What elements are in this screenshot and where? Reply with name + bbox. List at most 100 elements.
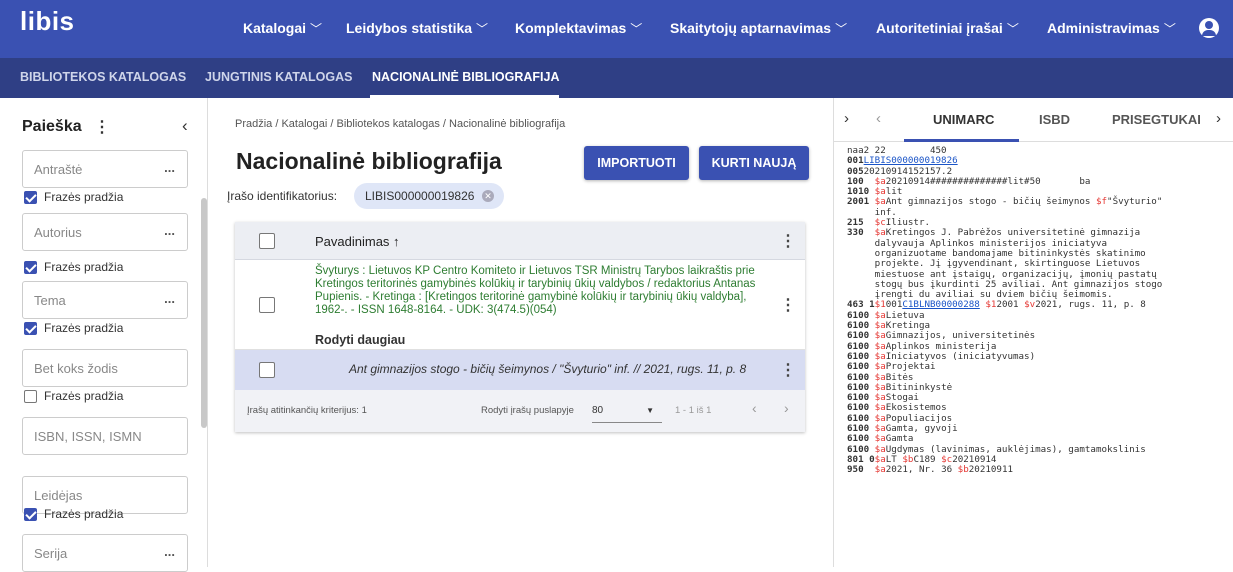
nav-label: Skaitytojų aptarnavimas (670, 20, 832, 36)
checkbox-label: Frazės pradžia (44, 389, 124, 403)
page-range: 1 - 1 iš 1 (675, 405, 712, 416)
next-page-icon[interactable]: › (784, 400, 789, 416)
phrase-start-checkbox[interactable]: Frazės pradžia (24, 389, 123, 403)
series-search-field[interactable]: Serija... (22, 534, 188, 572)
nav-label: Leidybos statistika (346, 20, 473, 36)
title-search-field[interactable]: Antraštė... (22, 150, 188, 188)
search-panel-title: Paieška (22, 118, 82, 135)
record-detail-panel: › ‹ UNIMARC ISBD PRISEGTUKAI › naa2 22 4… (833, 98, 1233, 567)
chevron-right-icon[interactable]: › (844, 110, 849, 127)
field-placeholder: Tema (34, 293, 66, 308)
create-new-button[interactable]: KURTI NAUJĄ (699, 146, 809, 180)
more-options-icon[interactable]: ... (164, 223, 175, 238)
prev-page-icon[interactable]: ‹ (752, 400, 757, 416)
nav-label: Komplektavimas (515, 20, 627, 36)
sort-title-column[interactable]: Pavadinimas ↑ (315, 234, 400, 249)
tabs-scroll-left-icon[interactable]: ‹ (876, 110, 881, 127)
chevron-down-icon: ﹀ (1163, 22, 1176, 36)
tab-jungtinis-katalogas[interactable]: JUNGTINIS KATALOGAS (205, 70, 352, 84)
table-row[interactable]: Švyturys : Lietuvos KP Centro Komiteto i… (235, 260, 805, 350)
marc-tag: 950 (847, 464, 875, 476)
import-button[interactable]: IMPORTUOTI (584, 146, 689, 180)
nav-autoritetiniai-irasai[interactable]: Autoritetiniai įrašai ﹀ (876, 20, 1019, 37)
per-page-select[interactable]: 80 ▼ (592, 399, 662, 423)
field-placeholder: Antraštė (34, 162, 83, 177)
catalog-tabs-bar: BIBLIOTEKOS KATALOGAS JUNGTINIS KATALOGA… (0, 58, 1233, 98)
tabs-scroll-right-icon[interactable]: › (1216, 110, 1221, 127)
checkbox-icon[interactable] (24, 507, 37, 521)
row-menu-icon[interactable]: ⋮ (780, 295, 796, 315)
record-id-label: Įrašo identifikatorius: (227, 189, 338, 203)
vertical-dots-icon[interactable]: ⋮ (94, 117, 110, 137)
dropdown-arrow-icon: ▼ (646, 406, 654, 415)
table-header: Pavadinimas ↑ ⋮ (235, 222, 805, 260)
breadcrumb[interactable]: Pradžia / Katalogai / Bibliotekos katalo… (235, 118, 565, 130)
nav-label: Katalogai (243, 20, 307, 36)
libis-logo[interactable]: libis (20, 6, 75, 37)
page-title: Nacionalinė bibliografija (236, 148, 502, 174)
chevron-down-icon: ﹀ (310, 22, 323, 36)
tab-nacionaline-bibliografija[interactable]: NACIONALINĖ BIBLIOGRAFIJA (372, 70, 560, 84)
row-checkbox[interactable] (259, 297, 275, 313)
author-search-field[interactable]: Autorius... (22, 213, 188, 251)
table-row[interactable]: Ant gimnazijos stogo - bičių šeimynos / … (235, 350, 805, 390)
checkbox-icon[interactable] (24, 389, 37, 403)
column-menu-icon[interactable]: ⋮ (780, 231, 796, 251)
marc-value: 2021, rugs. 11, p. 8 (1035, 299, 1146, 311)
subject-search-field[interactable]: Tema... (22, 281, 188, 319)
unimarc-record: naa2 22 450 001LIBIS000000019826 00520210… (847, 145, 1227, 476)
record-id-chip[interactable]: LIBIS000000019826 ✕ (354, 183, 504, 209)
checkbox-icon[interactable] (24, 190, 37, 204)
isbn-search-field[interactable]: ISBN, ISSN, ISMN (22, 417, 188, 455)
record-description: Švyturys : Lietuvos KP Centro Komiteto i… (315, 265, 756, 316)
field-placeholder: Serija (34, 546, 68, 561)
marc-subfield-code: $f (1095, 196, 1108, 208)
select-all-checkbox[interactable] (259, 233, 275, 249)
more-options-icon[interactable]: ... (164, 160, 175, 175)
more-options-icon[interactable]: ... (164, 291, 175, 306)
checkbox-icon[interactable] (24, 260, 37, 274)
field-placeholder: ISBN, ISSN, ISMN (34, 429, 142, 444)
marc-value: "Švyturio" (1107, 196, 1163, 208)
checkbox-icon[interactable] (24, 321, 37, 335)
row-menu-icon[interactable]: ⋮ (780, 360, 796, 380)
nav-administravimas[interactable]: Administravimas ﹀ (1047, 20, 1176, 37)
account-circle-icon[interactable] (1199, 18, 1219, 38)
marc-value: 2021, Nr. 36 (885, 464, 958, 476)
chevron-down-icon: ﹀ (476, 22, 489, 36)
row-checkbox[interactable] (259, 362, 275, 378)
checkbox-label: Frazės pradžia (44, 507, 124, 521)
phrase-start-checkbox[interactable]: Frazės pradžia (24, 260, 123, 274)
checkbox-label: Frazės pradžia (44, 321, 124, 335)
close-icon[interactable]: ✕ (482, 190, 494, 202)
nav-skaitytoju-aptarnavimas[interactable]: Skaitytojų aptarnavimas ﹀ (670, 20, 847, 37)
nav-komplektavimas[interactable]: Komplektavimas ﹀ (515, 20, 642, 37)
phrase-start-checkbox[interactable]: Frazės pradžia (24, 190, 123, 204)
show-more-link[interactable]: Rodyti daugiau (315, 333, 405, 347)
detail-tabs: › ‹ UNIMARC ISBD PRISEGTUKAI › (834, 98, 1233, 142)
marc-field-line: 100 $a20210914##############lit#50 ba (847, 175, 1227, 187)
sidebar-scrollbar[interactable] (201, 198, 207, 428)
tab-isbd[interactable]: ISBD (1039, 112, 1070, 127)
marc-subfield-code: $1 (985, 299, 997, 311)
chevron-down-icon: ﹀ (630, 22, 643, 36)
marc-field-line: 950 $a2021, Nr. 36 $b20210911 (847, 465, 1227, 475)
tab-prisegtukai[interactable]: PRISEGTUKAI (1112, 112, 1201, 127)
chevron-left-icon[interactable]: ‹ (182, 116, 188, 136)
nav-katalogai[interactable]: Katalogai ﹀ (243, 20, 322, 37)
any-word-search-field[interactable]: Bet koks žodis (22, 349, 188, 387)
phrase-start-checkbox[interactable]: Frazės pradžia (24, 507, 123, 521)
results-table: Pavadinimas ↑ ⋮ Švyturys : Lietuvos KP C… (235, 222, 805, 432)
chevron-down-icon: ﹀ (835, 22, 848, 36)
tab-bibliotekos-katalogas[interactable]: BIBLIOTEKOS KATALOGAS (20, 70, 186, 84)
more-options-icon[interactable]: ... (164, 544, 175, 559)
nav-label: Administravimas (1047, 20, 1160, 36)
marc-field-line: 2001 $aAnt gimnazijos stogo - bičių šeim… (847, 197, 1227, 207)
nav-leidybos-statistika[interactable]: Leidybos statistika ﹀ (346, 20, 488, 37)
marc-value: 20210914##############lit#50 ba (885, 175, 1091, 187)
phrase-start-checkbox[interactable]: Frazės pradžia (24, 321, 123, 335)
field-placeholder: Autorius (34, 225, 82, 240)
main-content: Pradžia / Katalogai / Bibliotekos katalo… (209, 98, 820, 567)
tab-unimarc[interactable]: UNIMARC (933, 112, 994, 127)
marc-subfield-code: $b (957, 464, 969, 476)
